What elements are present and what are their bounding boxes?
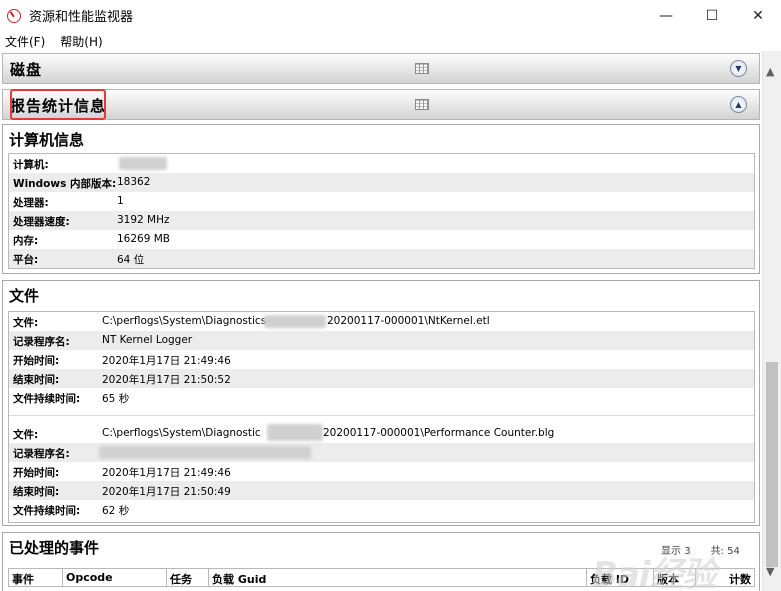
- scroll-up-icon[interactable]: ▲: [766, 65, 774, 78]
- redacted-blur: [119, 157, 167, 170]
- kv-key: 处理器速度:: [13, 216, 70, 228]
- kv-row: 计算机:: [9, 154, 754, 173]
- kv-key: 计算机:: [13, 159, 49, 171]
- kv-value-suffix: 20200117-000001\Performance Counter.blg: [323, 427, 555, 439]
- redacted-blur: [267, 424, 323, 441]
- kv-key: 文件持续时间:: [13, 505, 81, 517]
- vertical-scrollbar[interactable]: ▲ ▼: [762, 51, 781, 591]
- kv-key: 平台:: [13, 254, 39, 266]
- kv-value: 2020年1月17日 21:50:52: [102, 374, 231, 386]
- kv-value: 3192 MHz: [117, 214, 170, 226]
- kv-key: 处理器:: [13, 197, 49, 209]
- section-disk-header[interactable]: 磁盘 ▼: [2, 53, 760, 84]
- report-content: 磁盘 ▼ 报告统计信息 ▲ 计算机信息 计算机: Windows 内部版本: 1…: [0, 51, 762, 591]
- kv-row: 记录程序名:: [9, 443, 754, 462]
- scroll-down-icon[interactable]: ▼: [766, 565, 774, 578]
- kv-key: 文件持续时间:: [13, 393, 81, 405]
- column-header-event[interactable]: 事件: [8, 568, 62, 587]
- kv-value: 1: [117, 195, 124, 207]
- computer-info-table: 计算机: Windows 内部版本: 18362 处理器: 1 处理器速度: 3…: [8, 153, 755, 269]
- kv-value: 16269 MB: [117, 233, 171, 245]
- files-group: 文件 文件: C:\perflogs\System\Diagnostics 20…: [2, 280, 760, 526]
- kv-row: Windows 内部版本: 18362: [9, 173, 754, 192]
- column-header-payload-guid[interactable]: 负载 Guid: [208, 568, 586, 587]
- section-report-stats-header[interactable]: 报告统计信息 ▲: [2, 89, 760, 120]
- file-separator: [9, 415, 754, 416]
- kv-row: 文件: C:\perflogs\System\Diagnostic 202001…: [9, 424, 754, 443]
- resource-monitor-icon: [7, 8, 21, 23]
- kv-value: 64 位: [117, 254, 145, 266]
- kv-row: 处理器速度: 3192 MHz: [9, 211, 754, 230]
- minimize-button[interactable]: —: [643, 0, 689, 31]
- highlight-annotation: [10, 89, 106, 120]
- events-title: 已处理的事件: [9, 539, 100, 557]
- kv-row: 文件: C:\perflogs\System\Diagnostics 20200…: [9, 312, 754, 331]
- kv-key: Windows 内部版本:: [13, 178, 117, 190]
- kv-value: C:\perflogs\System\Diagnostics: [102, 315, 267, 327]
- window-title: 资源和性能监视器: [29, 10, 134, 25]
- kv-key: 文件:: [13, 317, 39, 329]
- chevron-down-circle-icon[interactable]: ▼: [730, 60, 747, 77]
- kv-key: 内存:: [13, 235, 39, 247]
- chevron-up-circle-icon[interactable]: ▲: [730, 96, 747, 113]
- menu-bar: 文件(F) 帮助(H): [0, 31, 781, 51]
- kv-value: 65 秒: [102, 393, 130, 405]
- column-header-task[interactable]: 任务: [166, 568, 208, 587]
- title-bar: 资源和性能监视器 — ☐ ✕: [0, 0, 781, 31]
- column-header-opcode[interactable]: Opcode: [62, 568, 166, 587]
- computer-info-group: 计算机信息 计算机: Windows 内部版本: 18362 处理器: 1 处理…: [2, 124, 760, 274]
- kv-row: 文件持续时间: 65 秒: [9, 388, 754, 407]
- kv-key: 结束时间:: [13, 486, 60, 498]
- kv-row: 开始时间: 2020年1月17日 21:49:46: [9, 350, 754, 369]
- kv-row: 记录程序名: NT Kernel Logger: [9, 331, 754, 350]
- section-disk-title: 磁盘: [10, 61, 43, 79]
- kv-key: 结束时间:: [13, 374, 60, 386]
- kv-value: 2020年1月17日 21:50:49: [102, 486, 231, 498]
- kv-value: 2020年1月17日 21:49:46: [102, 355, 231, 367]
- scroll-thumb[interactable]: [766, 362, 778, 567]
- kv-row: 处理器: 1: [9, 192, 754, 211]
- menu-help[interactable]: 帮助(H): [60, 33, 102, 50]
- menu-file[interactable]: 文件(F): [5, 33, 45, 50]
- kv-key: 记录程序名:: [13, 448, 70, 460]
- kv-value: 62 秒: [102, 505, 130, 517]
- maximize-button[interactable]: ☐: [689, 0, 735, 31]
- files-title: 文件: [9, 287, 40, 305]
- close-button[interactable]: ✕: [735, 0, 781, 31]
- table-view-icon[interactable]: [415, 99, 429, 110]
- kv-key: 记录程序名:: [13, 336, 70, 348]
- kv-row: 结束时间: 2020年1月17日 21:50:52: [9, 369, 754, 388]
- kv-row: 平台: 64 位: [9, 249, 754, 268]
- kv-key: 开始时间:: [13, 355, 60, 367]
- baidu-watermark: Bai经验: [592, 555, 717, 591]
- kv-key: 开始时间:: [13, 467, 60, 479]
- table-view-icon[interactable]: [415, 63, 429, 74]
- kv-value: 18362: [117, 176, 151, 188]
- computer-info-title: 计算机信息: [9, 131, 85, 149]
- kv-value: C:\perflogs\System\Diagnostic: [102, 427, 261, 439]
- kv-key: 文件:: [13, 429, 39, 441]
- kv-value-suffix: 20200117-000001\NtKernel.etl: [327, 315, 490, 327]
- kv-row: 内存: 16269 MB: [9, 230, 754, 249]
- redacted-blur: [99, 446, 311, 459]
- window-controls: — ☐ ✕: [643, 0, 781, 31]
- kv-row: 文件持续时间: 62 秒: [9, 500, 754, 519]
- files-table: 文件: C:\perflogs\System\Diagnostics 20200…: [8, 311, 755, 523]
- kv-row: 结束时间: 2020年1月17日 21:50:49: [9, 481, 754, 500]
- kv-row: 开始时间: 2020年1月17日 21:49:46: [9, 462, 754, 481]
- redacted-blur: [264, 315, 326, 328]
- kv-value: 2020年1月17日 21:49:46: [102, 467, 231, 479]
- kv-value: NT Kernel Logger: [102, 334, 193, 346]
